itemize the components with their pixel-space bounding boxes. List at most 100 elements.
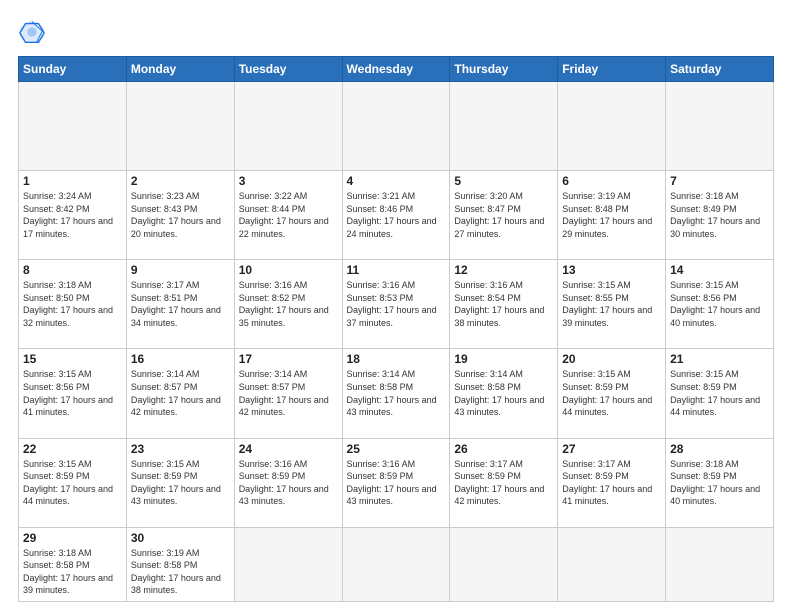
- calendar-cell: 12 Sunrise: 3:16 AMSunset: 8:54 PMDaylig…: [450, 260, 558, 349]
- day-number: 6: [562, 174, 661, 188]
- calendar-cell: 23 Sunrise: 3:15 AMSunset: 8:59 PMDaylig…: [126, 438, 234, 527]
- calendar-cell: 7 Sunrise: 3:18 AMSunset: 8:49 PMDayligh…: [666, 171, 774, 260]
- calendar-cell: 29 Sunrise: 3:18 AMSunset: 8:58 PMDaylig…: [19, 527, 127, 601]
- day-number: 22: [23, 442, 122, 456]
- day-number: 13: [562, 263, 661, 277]
- calendar-cell: 19 Sunrise: 3:14 AMSunset: 8:58 PMDaylig…: [450, 349, 558, 438]
- calendar-cell: 21 Sunrise: 3:15 AMSunset: 8:59 PMDaylig…: [666, 349, 774, 438]
- day-info: Sunrise: 3:18 AMSunset: 8:49 PMDaylight:…: [670, 191, 760, 239]
- day-number: 18: [347, 352, 446, 366]
- day-number: 28: [670, 442, 769, 456]
- day-number: 5: [454, 174, 553, 188]
- day-number: 14: [670, 263, 769, 277]
- day-info: Sunrise: 3:17 AMSunset: 8:59 PMDaylight:…: [454, 459, 544, 507]
- calendar-cell: [126, 82, 234, 171]
- day-number: 24: [239, 442, 338, 456]
- day-number: 26: [454, 442, 553, 456]
- day-info: Sunrise: 3:15 AMSunset: 8:59 PMDaylight:…: [131, 459, 221, 507]
- header-monday: Monday: [126, 57, 234, 82]
- day-number: 25: [347, 442, 446, 456]
- day-number: 2: [131, 174, 230, 188]
- calendar-cell: 6 Sunrise: 3:19 AMSunset: 8:48 PMDayligh…: [558, 171, 666, 260]
- day-number: 4: [347, 174, 446, 188]
- day-info: Sunrise: 3:16 AMSunset: 8:52 PMDaylight:…: [239, 280, 329, 328]
- week-row-5: 22 Sunrise: 3:15 AMSunset: 8:59 PMDaylig…: [19, 438, 774, 527]
- day-info: Sunrise: 3:15 AMSunset: 8:59 PMDaylight:…: [23, 459, 113, 507]
- header-sunday: Sunday: [19, 57, 127, 82]
- day-number: 15: [23, 352, 122, 366]
- calendar-cell: 1 Sunrise: 3:24 AMSunset: 8:42 PMDayligh…: [19, 171, 127, 260]
- calendar-cell: 5 Sunrise: 3:20 AMSunset: 8:47 PMDayligh…: [450, 171, 558, 260]
- calendar-cell: 28 Sunrise: 3:18 AMSunset: 8:59 PMDaylig…: [666, 438, 774, 527]
- calendar-header-row: Sunday Monday Tuesday Wednesday Thursday…: [19, 57, 774, 82]
- calendar-cell: 17 Sunrise: 3:14 AMSunset: 8:57 PMDaylig…: [234, 349, 342, 438]
- calendar-cell: 18 Sunrise: 3:14 AMSunset: 8:58 PMDaylig…: [342, 349, 450, 438]
- calendar-cell: 13 Sunrise: 3:15 AMSunset: 8:55 PMDaylig…: [558, 260, 666, 349]
- day-info: Sunrise: 3:14 AMSunset: 8:58 PMDaylight:…: [454, 369, 544, 417]
- calendar-cell: 3 Sunrise: 3:22 AMSunset: 8:44 PMDayligh…: [234, 171, 342, 260]
- calendar-cell: 26 Sunrise: 3:17 AMSunset: 8:59 PMDaylig…: [450, 438, 558, 527]
- day-info: Sunrise: 3:20 AMSunset: 8:47 PMDaylight:…: [454, 191, 544, 239]
- day-number: 30: [131, 531, 230, 545]
- day-number: 8: [23, 263, 122, 277]
- week-row-1: [19, 82, 774, 171]
- calendar-cell: 11 Sunrise: 3:16 AMSunset: 8:53 PMDaylig…: [342, 260, 450, 349]
- day-number: 7: [670, 174, 769, 188]
- day-number: 21: [670, 352, 769, 366]
- day-number: 12: [454, 263, 553, 277]
- header-tuesday: Tuesday: [234, 57, 342, 82]
- calendar-cell: 30 Sunrise: 3:19 AMSunset: 8:58 PMDaylig…: [126, 527, 234, 601]
- day-number: 10: [239, 263, 338, 277]
- calendar-table: Sunday Monday Tuesday Wednesday Thursday…: [18, 56, 774, 602]
- day-info: Sunrise: 3:18 AMSunset: 8:50 PMDaylight:…: [23, 280, 113, 328]
- calendar-cell: [234, 82, 342, 171]
- header-saturday: Saturday: [666, 57, 774, 82]
- day-number: 20: [562, 352, 661, 366]
- day-number: 29: [23, 531, 122, 545]
- day-info: Sunrise: 3:17 AMSunset: 8:51 PMDaylight:…: [131, 280, 221, 328]
- calendar-cell: [342, 82, 450, 171]
- header: [18, 18, 774, 46]
- day-info: Sunrise: 3:15 AMSunset: 8:55 PMDaylight:…: [562, 280, 652, 328]
- calendar-cell: 15 Sunrise: 3:15 AMSunset: 8:56 PMDaylig…: [19, 349, 127, 438]
- week-row-3: 8 Sunrise: 3:18 AMSunset: 8:50 PMDayligh…: [19, 260, 774, 349]
- calendar-cell: 9 Sunrise: 3:17 AMSunset: 8:51 PMDayligh…: [126, 260, 234, 349]
- calendar-cell: 25 Sunrise: 3:16 AMSunset: 8:59 PMDaylig…: [342, 438, 450, 527]
- day-number: 16: [131, 352, 230, 366]
- day-number: 19: [454, 352, 553, 366]
- calendar-cell: 8 Sunrise: 3:18 AMSunset: 8:50 PMDayligh…: [19, 260, 127, 349]
- day-info: Sunrise: 3:22 AMSunset: 8:44 PMDaylight:…: [239, 191, 329, 239]
- logo-icon: [18, 18, 46, 46]
- header-thursday: Thursday: [450, 57, 558, 82]
- day-info: Sunrise: 3:24 AMSunset: 8:42 PMDaylight:…: [23, 191, 113, 239]
- day-info: Sunrise: 3:15 AMSunset: 8:56 PMDaylight:…: [23, 369, 113, 417]
- day-info: Sunrise: 3:16 AMSunset: 8:59 PMDaylight:…: [347, 459, 437, 507]
- day-info: Sunrise: 3:15 AMSunset: 8:56 PMDaylight:…: [670, 280, 760, 328]
- header-wednesday: Wednesday: [342, 57, 450, 82]
- logo: [18, 18, 50, 46]
- day-number: 11: [347, 263, 446, 277]
- day-number: 3: [239, 174, 338, 188]
- day-number: 23: [131, 442, 230, 456]
- day-info: Sunrise: 3:17 AMSunset: 8:59 PMDaylight:…: [562, 459, 652, 507]
- day-info: Sunrise: 3:14 AMSunset: 8:58 PMDaylight:…: [347, 369, 437, 417]
- day-info: Sunrise: 3:21 AMSunset: 8:46 PMDaylight:…: [347, 191, 437, 239]
- calendar-cell: [234, 527, 342, 601]
- calendar-cell: [19, 82, 127, 171]
- calendar-cell: 16 Sunrise: 3:14 AMSunset: 8:57 PMDaylig…: [126, 349, 234, 438]
- week-row-2: 1 Sunrise: 3:24 AMSunset: 8:42 PMDayligh…: [19, 171, 774, 260]
- day-info: Sunrise: 3:14 AMSunset: 8:57 PMDaylight:…: [131, 369, 221, 417]
- day-info: Sunrise: 3:19 AMSunset: 8:48 PMDaylight:…: [562, 191, 652, 239]
- day-number: 9: [131, 263, 230, 277]
- calendar-cell: 10 Sunrise: 3:16 AMSunset: 8:52 PMDaylig…: [234, 260, 342, 349]
- calendar-cell: 14 Sunrise: 3:15 AMSunset: 8:56 PMDaylig…: [666, 260, 774, 349]
- day-info: Sunrise: 3:18 AMSunset: 8:59 PMDaylight:…: [670, 459, 760, 507]
- calendar-cell: [558, 527, 666, 601]
- calendar-cell: [342, 527, 450, 601]
- calendar-cell: [666, 82, 774, 171]
- calendar-cell: [558, 82, 666, 171]
- calendar-cell: 20 Sunrise: 3:15 AMSunset: 8:59 PMDaylig…: [558, 349, 666, 438]
- header-friday: Friday: [558, 57, 666, 82]
- calendar-cell: [450, 527, 558, 601]
- day-info: Sunrise: 3:18 AMSunset: 8:58 PMDaylight:…: [23, 548, 113, 596]
